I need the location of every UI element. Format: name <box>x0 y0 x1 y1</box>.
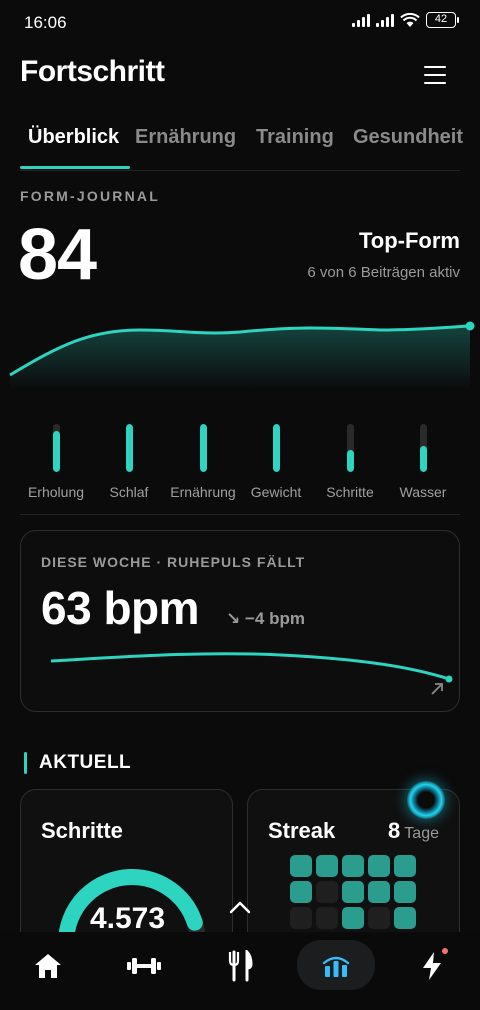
nav-activity[interactable] <box>404 946 460 986</box>
tab-bar: Überblick Ernährung Training Gesundheit <box>0 118 480 170</box>
assistant-orb-icon[interactable] <box>407 781 445 819</box>
tab-health[interactable]: Gesundheit <box>353 126 463 149</box>
streak-count: 8 Tage <box>388 818 439 843</box>
metric-bar-water: Wasser <box>378 420 468 500</box>
resting-pulse-delta: ↘ −4 bpm <box>226 609 305 628</box>
signal-icon <box>352 13 370 27</box>
streak-day-cell <box>342 881 364 903</box>
streak-day-cell <box>394 855 416 877</box>
form-trend-area <box>10 326 470 390</box>
tab-overview[interactable]: Überblick <box>28 126 119 149</box>
form-trend-endpoint <box>465 321 475 331</box>
streak-day-cell <box>342 907 364 929</box>
resting-pulse-chart <box>50 652 453 683</box>
streak-title: Streak <box>268 818 336 843</box>
page-title: Fortschritt <box>20 55 165 88</box>
status-icons: 42 <box>352 12 459 28</box>
signal-icon-2 <box>376 13 394 27</box>
steps-title: Schritte <box>41 818 123 843</box>
expand-arrow-icon[interactable] <box>429 681 445 697</box>
streak-day-cell <box>290 855 312 877</box>
streak-day-cell <box>290 907 312 929</box>
form-subtitle: 6 von 6 Beiträgen aktiv <box>307 264 460 281</box>
metric-label: Wasser <box>399 484 447 500</box>
aktuell-heading: AKTUELL <box>24 751 131 775</box>
streak-day-cell <box>394 907 416 929</box>
streak-day-cell <box>368 855 390 877</box>
metric-fill <box>125 424 133 472</box>
battery-icon: 42 <box>426 12 459 28</box>
tab-training[interactable]: Training <box>256 126 334 149</box>
aktuell-title: AKTUELL <box>39 752 132 773</box>
active-tab-indicator <box>20 166 130 169</box>
resting-pulse-value: 63 bpm <box>41 582 200 634</box>
streak-calendar <box>290 855 416 929</box>
form-status: Top-Form <box>358 228 460 253</box>
nav-progress[interactable] <box>297 940 375 990</box>
streak-day-cell <box>316 855 338 877</box>
heading-accent <box>24 752 27 774</box>
streak-day-cell <box>342 855 364 877</box>
chevron-up-icon <box>229 901 251 914</box>
scroll-up-button[interactable] <box>223 893 257 921</box>
metric-fill <box>346 450 354 472</box>
tab-nutrition[interactable]: Ernährung <box>135 126 236 149</box>
resting-pulse-endpoint <box>445 675 453 683</box>
bars-divider <box>20 514 460 515</box>
nav-training[interactable] <box>116 946 172 986</box>
lightning-icon <box>423 952 441 980</box>
metric-bars: Erholung Schlaf Ernährung Gewicht Schrit… <box>0 420 480 506</box>
week-card-label: DIESE WOCHE · RUHEPULS FÄLLT <box>41 554 306 570</box>
section-label: FORM-JOURNAL <box>20 188 160 204</box>
tab-divider <box>20 170 460 171</box>
steps-value: 4.573 <box>89 902 166 935</box>
streak-day-cell <box>394 881 416 903</box>
metric-fill <box>419 445 427 472</box>
streak-day-cell <box>316 881 338 903</box>
streak-day-cell <box>368 881 390 903</box>
form-trend-chart <box>9 321 475 390</box>
nav-home[interactable] <box>20 946 76 986</box>
metric-fill <box>199 424 207 472</box>
resting-pulse-line <box>50 652 450 681</box>
wifi-icon <box>400 12 420 27</box>
streak-day-cell <box>316 907 338 929</box>
home-icon <box>35 954 61 978</box>
cutlery-icon <box>228 950 253 982</box>
status-bar: 16:06 42 <box>0 0 480 44</box>
metric-fill <box>272 424 280 472</box>
status-time: 16:06 <box>24 13 67 32</box>
streak-day-cell <box>368 907 390 929</box>
form-score: 84 <box>18 215 97 295</box>
streak-day-cell <box>290 881 312 903</box>
metric-fill <box>52 431 60 472</box>
dumbbell-icon <box>127 958 161 974</box>
stats-icon <box>322 956 350 977</box>
nav-nutrition[interactable] <box>212 946 268 986</box>
resting-pulse-card[interactable]: DIESE WOCHE · RUHEPULS FÄLLT 63 bpm ↘ −4… <box>20 530 460 712</box>
bottom-nav <box>0 932 480 1010</box>
menu-icon[interactable] <box>424 66 446 84</box>
notification-dot <box>442 948 448 954</box>
